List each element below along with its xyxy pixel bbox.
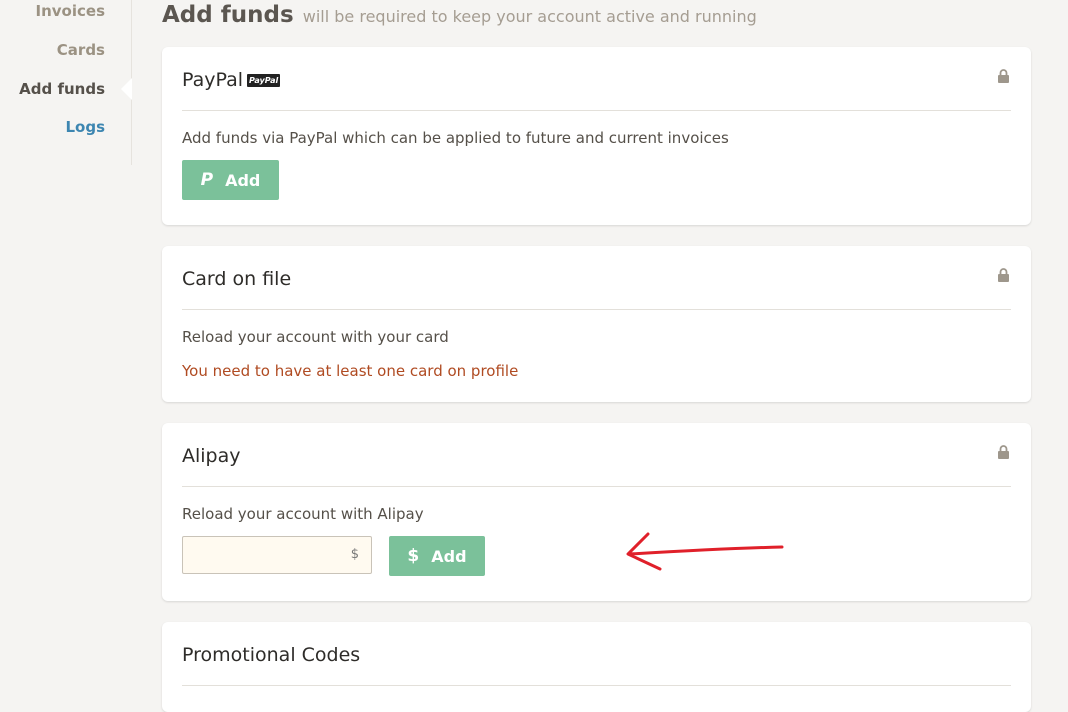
currency-symbol: $ (350, 547, 359, 562)
paypal-icon: P (200, 170, 214, 190)
active-indicator (121, 78, 132, 100)
card-on-file-warning: You need to have at least one card on pr… (182, 362, 519, 380)
sidebar-item-cards[interactable]: Cards (57, 41, 105, 59)
sidebar-nav: Invoices Cards Add funds Logs (0, 0, 132, 165)
paypal-add-label: Add (225, 170, 261, 190)
alipay-amount-input[interactable] (183, 537, 371, 573)
paypal-logo-badge: PayPal (247, 74, 281, 87)
paypal-description: Add funds via PayPal which can be applie… (182, 129, 729, 147)
sidebar-item-add-funds[interactable]: Add funds (19, 80, 105, 98)
alipay-add-label: Add (431, 546, 467, 566)
promo-codes-title: Promotional Codes (182, 644, 361, 666)
divider (182, 110, 1011, 111)
divider (182, 685, 1011, 686)
paypal-panel-title: PayPal PayPal (182, 69, 281, 91)
card-on-file-panel: Card on file Reload your account with yo… (162, 246, 1031, 402)
lock-icon (998, 268, 1009, 282)
dollar-icon: $ (407, 546, 420, 566)
paypal-title-text: PayPal (182, 69, 244, 91)
paypal-panel: PayPal PayPal Add funds via PayPal which … (162, 47, 1031, 225)
lock-icon (998, 69, 1009, 83)
paypal-add-button[interactable]: P Add (182, 160, 279, 200)
page-title: Add funds (162, 2, 294, 28)
card-on-file-title: Card on file (182, 268, 292, 290)
alipay-panel: Alipay Reload your account with Alipay $… (162, 423, 1031, 601)
divider (182, 486, 1011, 487)
card-on-file-description: Reload your account with your card (182, 328, 449, 346)
promo-codes-panel: Promotional Codes (162, 622, 1031, 712)
divider (182, 309, 1011, 310)
alipay-add-button[interactable]: $ Add (389, 536, 485, 576)
lock-icon (998, 445, 1009, 459)
sidebar-item-invoices[interactable]: Invoices (36, 2, 105, 20)
sidebar-item-logs[interactable]: Logs (65, 118, 105, 136)
page-subtitle: will be required to keep your account ac… (302, 7, 757, 26)
alipay-description: Reload your account with Alipay (182, 505, 424, 523)
annotation-arrow (626, 532, 784, 571)
page-heading: Add funds will be required to keep your … (162, 2, 757, 28)
alipay-amount-field[interactable]: $ (182, 536, 372, 574)
alipay-title: Alipay (182, 445, 241, 467)
